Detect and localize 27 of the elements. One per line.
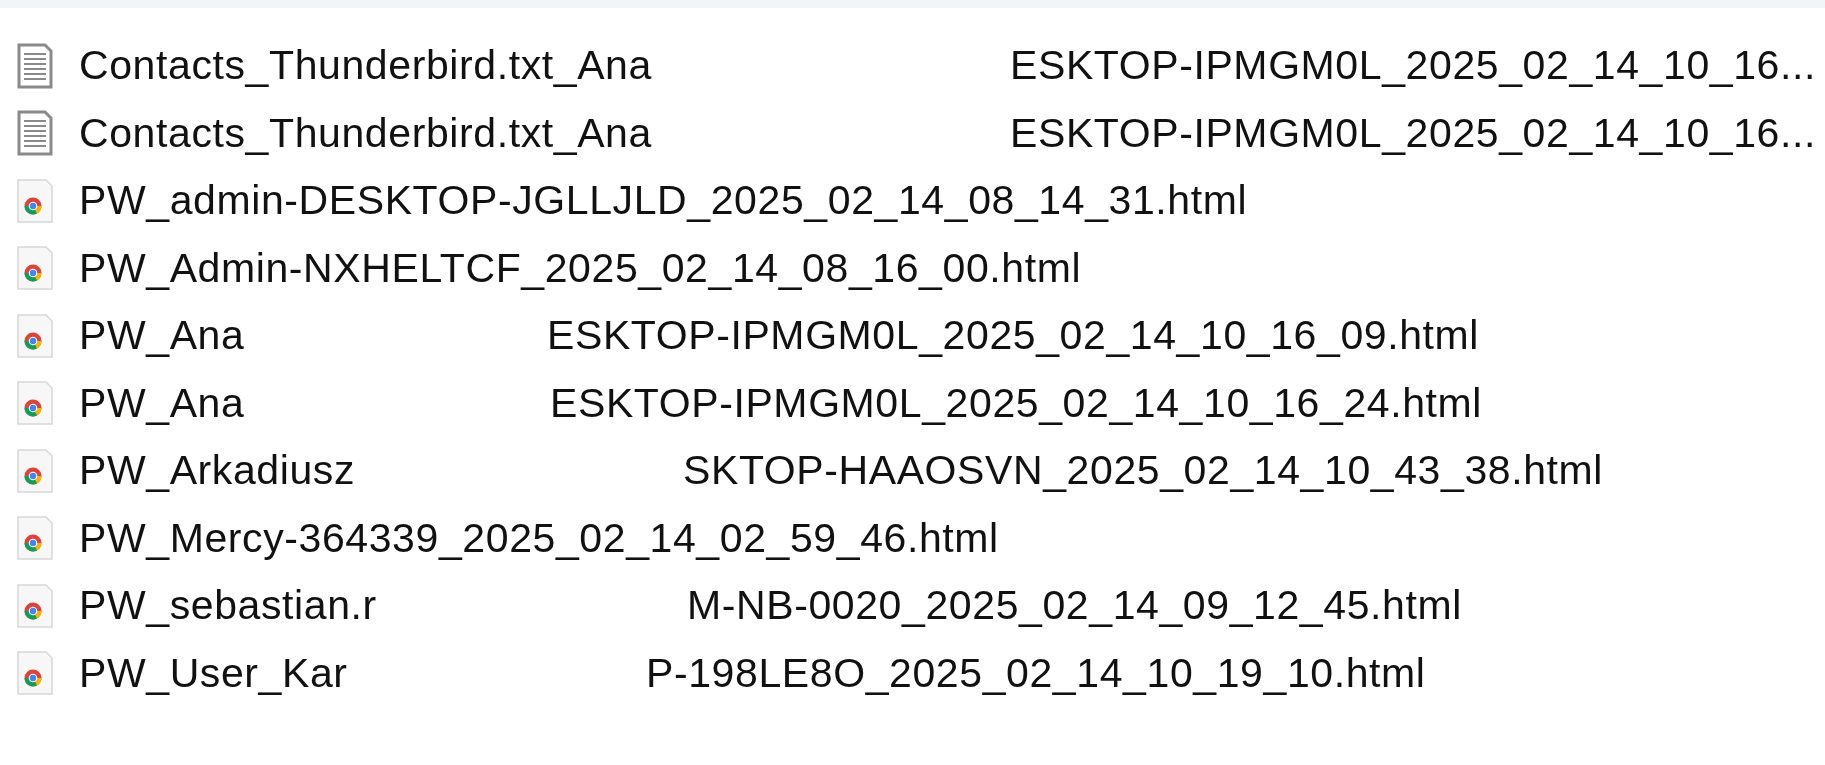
file-name[interactable]: PW_admin-DESKTOP-JGLLJLD_2025_02_14_08_14_31.html: [79, 178, 1248, 224]
file-name-end[interactable]: SKTOP-HAAOSVN_2025_02_14_10_43_38.html: [683, 448, 1604, 494]
file-name[interactable]: Contacts_Thunderbird.txt_Ana: [79, 110, 652, 156]
file-name-end[interactable]: M-NB-0020_2025_02_14_09_12_45.html: [687, 583, 1462, 629]
browser-document-icon: [16, 380, 54, 427]
file-name-end[interactable]: ESKTOP-IPMGM0L_2025_02_14_10_16_09.html: [547, 313, 1480, 359]
file-name[interactable]: PW_Arkadiusz: [79, 448, 356, 494]
browser-document-icon: [16, 312, 54, 359]
file-name[interactable]: PW_User_Kar: [79, 650, 348, 696]
file-name-end[interactable]: ESKTOP-IPMGM0L_2025_02_14_10_16...: [1010, 43, 1816, 89]
file-name[interactable]: Contacts_Thunderbird.txt_Ana: [79, 43, 652, 89]
text-document-icon: [16, 42, 54, 89]
file-name[interactable]: PW_Ana: [79, 313, 245, 359]
file-name-end[interactable]: ESKTOP-IPMGM0L_2025_02_14_10_16...: [1010, 110, 1816, 156]
browser-document-icon: [16, 245, 54, 292]
text-document-icon: [16, 110, 54, 157]
file-name[interactable]: PW_Mercy-364339_2025_02_14_02_59_46.html: [79, 515, 999, 561]
browser-document-icon: [16, 177, 54, 224]
browser-document-icon: [16, 515, 54, 562]
file-name[interactable]: PW_Admin-NXHELTCF_2025_02_14_08_16_00.html: [79, 245, 1082, 291]
browser-document-icon: [16, 447, 54, 494]
file-name-end[interactable]: ESKTOP-IPMGM0L_2025_02_14_10_16_24.html: [550, 380, 1483, 426]
file-name-end[interactable]: P-198LE8O_2025_02_14_10_19_10.html: [646, 650, 1426, 696]
file-name[interactable]: PW_sebastian.r: [79, 583, 377, 629]
file-name[interactable]: PW_Ana: [79, 380, 245, 426]
browser-document-icon: [16, 650, 54, 697]
browser-document-icon: [16, 582, 54, 629]
